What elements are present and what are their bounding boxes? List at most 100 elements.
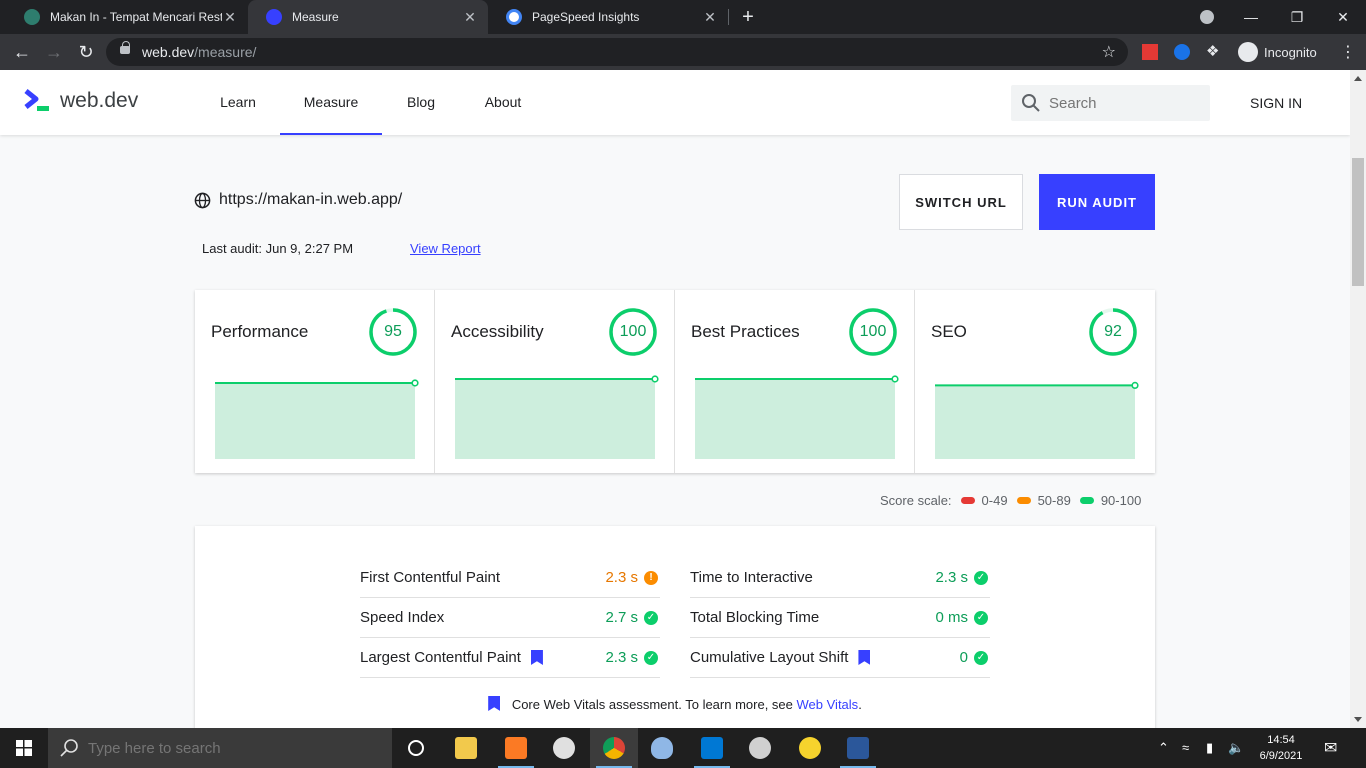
- metric-row: Time to Interactive 2.3 s ✓: [690, 558, 990, 598]
- app-dark-icon[interactable]: [540, 728, 588, 768]
- metric-row: First Contentful Paint 2.3 s !: [360, 558, 660, 598]
- terminal-app-icon[interactable]: [736, 728, 784, 768]
- globe-icon: [194, 192, 211, 208]
- view-report-link[interactable]: View Report: [410, 241, 481, 256]
- score-card-accessibility[interactable]: Accessibility 100: [435, 290, 675, 473]
- close-tab-icon[interactable]: ✕: [462, 9, 478, 25]
- nav-measure[interactable]: Measure: [280, 70, 382, 135]
- clock-time: 14:54: [1267, 734, 1295, 746]
- close-tab-icon[interactable]: ✕: [702, 9, 718, 25]
- metric-row: Speed Index 2.7 s ✓: [360, 598, 660, 638]
- scroll-down-arrow-icon[interactable]: [1354, 717, 1362, 722]
- score-value: 95: [384, 323, 402, 340]
- vscode-icon[interactable]: [688, 728, 736, 768]
- tab-separator: [728, 9, 729, 25]
- audited-url-text: https://makan-in.web.app/: [219, 191, 403, 208]
- tab-pagespeed[interactable]: PageSpeed Insights ✕: [488, 0, 728, 34]
- score-card-seo[interactable]: SEO 92: [915, 290, 1155, 473]
- nav-blog[interactable]: Blog: [398, 70, 444, 135]
- show-hidden-icons-chevron-icon[interactable]: ⌃: [1158, 740, 1169, 756]
- switch-url-button[interactable]: SWITCH URL: [899, 174, 1023, 230]
- browser-menu-icon[interactable]: ⋮: [1340, 42, 1356, 62]
- red-extension-icon[interactable]: [1142, 44, 1158, 60]
- metric-value: 2.7 s: [605, 609, 638, 626]
- search-icon: [1022, 94, 1040, 112]
- task-view-icon[interactable]: [392, 728, 440, 768]
- pass-check-icon: ✓: [644, 611, 658, 625]
- windows-start-icon[interactable]: [0, 728, 48, 768]
- site-search[interactable]: [1011, 85, 1210, 121]
- search-input[interactable]: [1049, 85, 1199, 121]
- paint-icon[interactable]: [638, 728, 686, 768]
- word-icon[interactable]: [834, 728, 882, 768]
- pagespeed-favicon-icon: [506, 9, 522, 25]
- chrome-icon[interactable]: [590, 728, 638, 768]
- score-card-performance[interactable]: Performance 95: [195, 290, 435, 473]
- tab-search-chevron-icon[interactable]: [1184, 0, 1230, 34]
- maximize-icon[interactable]: ❐: [1274, 0, 1320, 34]
- reload-icon[interactable]: ↻: [74, 40, 98, 64]
- metrics-panel: First Contentful Paint 2.3 s ! Speed Ind…: [195, 526, 1155, 728]
- scrollbar-thumb[interactable]: [1352, 158, 1364, 286]
- last-audit-text: Last audit: Jun 9, 2:27 PM: [202, 241, 354, 256]
- cwv-text: Core Web Vitals assessment. To learn mor…: [511, 697, 793, 712]
- score-card-best-practices[interactable]: Best Practices 100: [675, 290, 915, 473]
- notifications-icon[interactable]: ✉: [1324, 738, 1337, 758]
- score-card-title: Accessibility: [451, 322, 544, 341]
- metric-name: Total Blocking Time: [690, 609, 820, 626]
- pass-check-icon: ✓: [644, 651, 658, 665]
- trend-area: [455, 379, 655, 459]
- taskbar-search[interactable]: [48, 728, 392, 768]
- lock-icon: [120, 41, 130, 54]
- address-bar[interactable]: web.dev/measure/ ☆: [106, 38, 1128, 66]
- close-tab-icon[interactable]: ✕: [222, 9, 238, 25]
- volume-icon[interactable]: 🔈: [1228, 740, 1244, 756]
- metric-name: Largest Contentful Paint: [360, 649, 521, 666]
- forward-arrow-icon[interactable]: →: [42, 40, 66, 64]
- metric-name: Cumulative Layout Shift: [690, 649, 849, 666]
- blue-extension-icon[interactable]: [1174, 44, 1190, 60]
- score-value: 92: [1104, 323, 1122, 340]
- web-vitals-link[interactable]: Web Vitals: [797, 697, 859, 712]
- trend-point: [411, 379, 419, 387]
- wifi-icon[interactable]: ≈: [1182, 740, 1189, 755]
- close-window-icon[interactable]: ✕: [1320, 0, 1366, 34]
- metric-name: Speed Index: [360, 609, 445, 626]
- file-explorer-icon[interactable]: [442, 728, 490, 768]
- incognito-icon: [1238, 42, 1258, 62]
- incognito-indicator[interactable]: Incognito: [1232, 38, 1323, 66]
- xampp-icon[interactable]: [492, 728, 540, 768]
- trend-point: [1131, 381, 1139, 389]
- taskbar-search-icon: [60, 739, 78, 757]
- back-arrow-icon[interactable]: ←: [10, 40, 34, 64]
- scale-range-high: 90-100: [1100, 493, 1142, 508]
- taskbar-clock[interactable]: 14:54 6/9/2021: [1252, 732, 1310, 764]
- webdev-logo[interactable]: web.dev: [24, 89, 138, 113]
- run-audit-button[interactable]: RUN AUDIT: [1039, 174, 1155, 230]
- page-scrollbar[interactable]: [1350, 70, 1366, 728]
- pass-check-icon: ✓: [974, 611, 988, 625]
- logo-text: web.dev: [60, 89, 139, 112]
- pass-check-icon: ✓: [974, 571, 988, 585]
- browser-toolbar: ← → ↻ web.dev/measure/ ☆ ❖ Incognito ⋮: [0, 34, 1366, 70]
- new-tab-plus-icon[interactable]: +: [736, 5, 760, 29]
- bookmark-star-icon[interactable]: ☆: [1102, 42, 1116, 62]
- battery-icon[interactable]: ▮: [1206, 740, 1213, 756]
- taskbar-search-input[interactable]: [88, 739, 378, 757]
- score-trend-chart: [455, 375, 659, 459]
- scale-range-mid: 50-89: [1037, 493, 1071, 508]
- nav-learn[interactable]: Learn: [212, 70, 264, 135]
- puzzle-extensions-icon[interactable]: ❖: [1206, 44, 1222, 60]
- yellow-app-icon[interactable]: [786, 728, 834, 768]
- minimize-icon[interactable]: —: [1228, 0, 1274, 34]
- tab-measure[interactable]: Measure ✕: [248, 0, 488, 34]
- core-web-vitals-bookmark-icon: [530, 650, 543, 665]
- makan-in-favicon-icon: [24, 9, 40, 25]
- scroll-up-arrow-icon[interactable]: [1354, 76, 1362, 81]
- tab-makan-in[interactable]: Makan In - Tempat Mencari Resta ✕: [6, 0, 248, 34]
- score-cards: Performance 95 Accessibility 100 Best Pr…: [195, 290, 1155, 473]
- tab-title: PageSpeed Insights: [532, 10, 640, 24]
- nav-about[interactable]: About: [474, 70, 532, 135]
- sign-in-button[interactable]: SIGN IN: [1236, 70, 1316, 135]
- incognito-label: Incognito: [1264, 44, 1317, 60]
